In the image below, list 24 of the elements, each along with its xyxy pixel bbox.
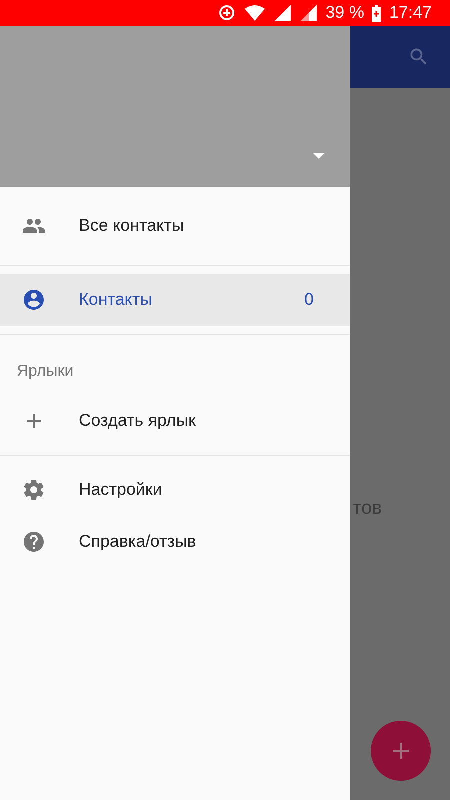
dropdown-caret-icon[interactable] — [313, 153, 325, 159]
drawer-item[interactable]: Создать ярлык — [0, 395, 350, 447]
battery-icon — [372, 4, 382, 22]
item-count: 0 — [304, 290, 314, 310]
plus-icon — [391, 741, 411, 761]
item-label: Настройки — [79, 480, 164, 500]
drawer-item[interactable]: Справка/отзыв — [0, 516, 350, 568]
item-label: Контакты — [79, 290, 154, 310]
signal-icon — [274, 4, 292, 22]
item-label: Создать ярлык — [79, 411, 197, 431]
wifi-icon — [244, 5, 266, 21]
item-label: Справка/отзыв — [79, 532, 198, 552]
battery-percent: 39 % — [326, 3, 364, 23]
section-header: Ярлыки — [16, 362, 75, 382]
drawer-item[interactable]: Контакты 0 — [0, 274, 350, 326]
item-label: Все контакты — [79, 216, 186, 236]
drawer-item[interactable]: Настройки — [0, 464, 350, 516]
settings-icon — [22, 478, 46, 502]
help-icon — [22, 530, 46, 554]
alarm-icon — [218, 4, 236, 22]
account-icon — [22, 288, 46, 312]
signal-icon — [300, 4, 318, 22]
drawer-item[interactable]: Все контакты — [0, 187, 350, 257]
clock: 17:47 — [389, 3, 432, 23]
